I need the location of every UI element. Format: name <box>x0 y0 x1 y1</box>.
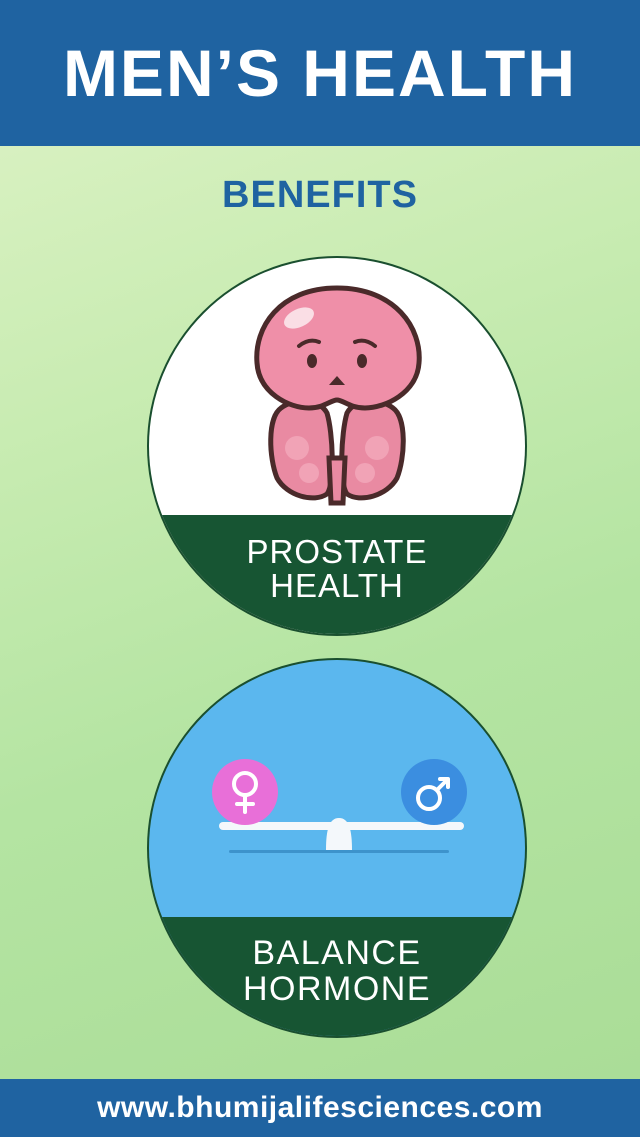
section-subtitle: BENEFITS <box>222 174 418 216</box>
header-banner: MEN’S HEALTH <box>0 0 640 146</box>
benefit-label: PROSTATE HEALTH <box>246 532 428 604</box>
benefit-card-prostate: PROSTATE HEALTH <box>149 258 525 634</box>
page-title: MEN’S HEALTH <box>62 36 578 110</box>
benefit-label: BALANCE HORMONE <box>242 933 432 1008</box>
footer-banner: www.bhumijalifesciences.com <box>0 1079 640 1137</box>
website-link[interactable]: www.bhumijalifesciences.com <box>97 1091 543 1125</box>
benefit-label-band: BALANCE HORMONE <box>149 917 525 1036</box>
benefit-card-hormone: BALANCE HORMONE <box>149 660 525 1036</box>
benefit-label-band: PROSTATE HEALTH <box>149 515 525 634</box>
